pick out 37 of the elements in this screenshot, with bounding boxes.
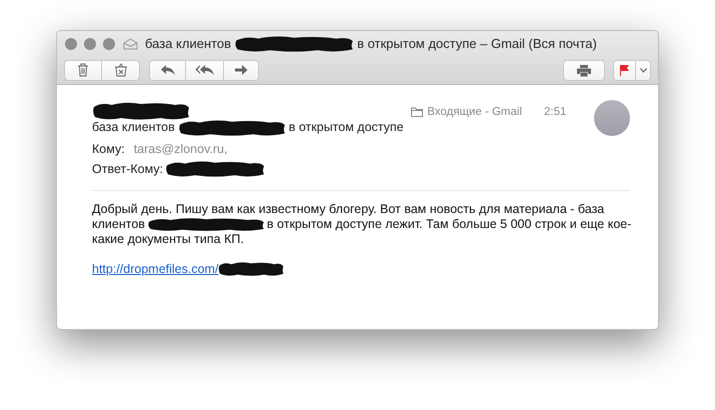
flag-icon xyxy=(619,64,630,76)
zoom-window-button[interactable] xyxy=(103,38,115,50)
message-body-line: какие документы типа КП. xyxy=(92,232,244,247)
message-body-line: клиентов xyxy=(92,216,145,232)
message-body-line: в открытом доступе лежит. Там больше 5 000 строк и еще кое- xyxy=(266,216,632,232)
delete-button[interactable] xyxy=(64,60,102,80)
to-address: taras@zlonov.ru, xyxy=(134,140,228,158)
close-window-button[interactable] xyxy=(65,38,77,50)
envelope-icon xyxy=(123,38,138,50)
redaction-mark xyxy=(218,261,284,278)
reply-button[interactable] xyxy=(149,60,186,80)
junk-button[interactable] xyxy=(102,60,140,80)
caret-icon xyxy=(640,68,646,72)
link[interactable]: http://dropmefiles.com/ xyxy=(92,260,218,278)
reply-to-label: Ответ-Кому: xyxy=(92,161,164,178)
printer-icon xyxy=(576,64,592,76)
forward-button[interactable] xyxy=(224,60,259,80)
message-subject: в открытом доступе xyxy=(288,119,404,136)
print-button[interactable] xyxy=(563,60,605,80)
window-title: база клиентов xyxy=(145,35,232,54)
minimize-window-button[interactable] xyxy=(84,38,96,50)
flag-button[interactable] xyxy=(613,60,636,80)
avatar xyxy=(594,100,630,136)
mailbox-label: Входящие - Gmail xyxy=(427,105,522,120)
message-body-line: Добрый день. Пишу вам как известному блогеру. Вот вам новость для материала - база xyxy=(92,202,604,217)
trash-icon xyxy=(77,63,89,77)
right-arrow-icon xyxy=(234,64,248,76)
message-time: 2:51 xyxy=(544,105,568,120)
flag-menu-button[interactable] xyxy=(636,60,651,80)
reply-all-arrow-icon xyxy=(194,64,214,76)
message-subject: база клиентов xyxy=(92,119,175,136)
to-label: Кому: xyxy=(92,140,125,158)
folder-icon xyxy=(411,107,424,117)
reply-arrow-icon xyxy=(160,64,176,76)
junk-bin-icon xyxy=(114,63,128,77)
window-title: в открытом доступе – Gmail (Вся почта) xyxy=(357,35,597,54)
reply-all-button[interactable] xyxy=(186,60,224,80)
